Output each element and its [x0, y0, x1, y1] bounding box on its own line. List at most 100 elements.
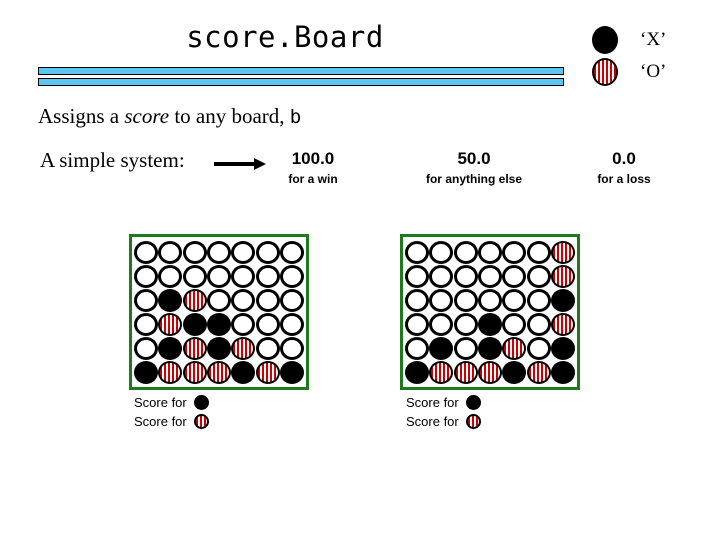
board-cell-empty[interactable] — [206, 288, 231, 312]
board-cell-empty[interactable] — [502, 312, 527, 336]
board-cell-empty[interactable] — [231, 264, 256, 288]
board-cell-empty[interactable] — [502, 288, 527, 312]
board-cell-empty[interactable] — [405, 312, 429, 336]
board-cell-empty[interactable] — [134, 240, 158, 264]
board-cell-empty[interactable] — [279, 288, 304, 312]
score-column-other: 50.0 for anything else — [400, 148, 548, 188]
score-for-label: Score for — [406, 414, 459, 429]
board-cell-empty[interactable] — [279, 264, 304, 288]
black-disc-icon — [193, 395, 209, 410]
board-cell-empty[interactable] — [405, 240, 429, 264]
board-cell-empty[interactable] — [255, 240, 280, 264]
board-cell-o[interactable] — [182, 336, 207, 360]
description-mono-b: b — [289, 106, 302, 128]
board-cell-empty[interactable] — [405, 264, 429, 288]
board-cell-x[interactable] — [206, 312, 231, 336]
board-cell-empty[interactable] — [526, 240, 551, 264]
board-cell-o[interactable] — [158, 312, 183, 336]
board-cell-o[interactable] — [477, 360, 502, 384]
board-cell-x[interactable] — [206, 336, 231, 360]
board-cell-empty[interactable] — [134, 288, 158, 312]
board-cell-empty[interactable] — [405, 336, 429, 360]
board-cell-empty[interactable] — [477, 240, 502, 264]
board-cell-empty[interactable] — [182, 240, 207, 264]
description-prefix: Assigns a — [38, 104, 125, 128]
striped-disc-icon — [592, 58, 618, 86]
board-cell-empty[interactable] — [158, 264, 183, 288]
board-right-wrapper — [400, 234, 580, 390]
board-cell-x[interactable] — [182, 312, 207, 336]
board-cell-x[interactable] — [550, 360, 575, 384]
board-cell-empty[interactable] — [279, 240, 304, 264]
board-cell-empty[interactable] — [453, 312, 478, 336]
board-cell-empty[interactable] — [453, 264, 478, 288]
description-italic-score: score — [124, 104, 170, 128]
score-for-block-left: Score for Score for — [134, 393, 209, 431]
score-for-row: Score for — [134, 393, 209, 412]
board-cell-x[interactable] — [231, 360, 256, 384]
board-cell-x[interactable] — [158, 336, 183, 360]
board-cell-empty[interactable] — [502, 240, 527, 264]
board-cell-x[interactable] — [477, 336, 502, 360]
board-cell-x[interactable] — [477, 312, 502, 336]
board-cell-x[interactable] — [134, 360, 158, 384]
board-cell-o[interactable] — [429, 360, 454, 384]
board-cell-empty[interactable] — [526, 336, 551, 360]
board-cell-empty[interactable] — [134, 264, 158, 288]
score-for-label: Score for — [134, 395, 187, 410]
board-cell-empty[interactable] — [502, 264, 527, 288]
board-cell-empty[interactable] — [477, 288, 502, 312]
board-cell-empty[interactable] — [134, 312, 158, 336]
board-cell-x[interactable] — [279, 360, 304, 384]
board-cell-empty[interactable] — [255, 312, 280, 336]
board-cell-o[interactable] — [550, 264, 575, 288]
board-cell-empty[interactable] — [526, 312, 551, 336]
board-cell-empty[interactable] — [231, 312, 256, 336]
board-cell-o[interactable] — [206, 360, 231, 384]
legend-label-o: ‘O’ — [640, 61, 667, 82]
board-cell-o[interactable] — [550, 240, 575, 264]
board-cell-empty[interactable] — [255, 264, 280, 288]
board-cell-x[interactable] — [158, 288, 183, 312]
striped-disc-icon — [193, 414, 209, 429]
board-cell-x[interactable] — [550, 288, 575, 312]
score-for-row: Score for — [406, 412, 481, 431]
board-cell-empty[interactable] — [429, 264, 454, 288]
board-cell-empty[interactable] — [526, 264, 551, 288]
board-cell-o[interactable] — [550, 312, 575, 336]
board-cell-o[interactable] — [453, 360, 478, 384]
board-cell-o[interactable] — [526, 360, 551, 384]
board-cell-o[interactable] — [182, 360, 207, 384]
board-cell-empty[interactable] — [405, 288, 429, 312]
board-cell-empty[interactable] — [453, 288, 478, 312]
board-cell-empty[interactable] — [206, 240, 231, 264]
board-cell-empty[interactable] — [182, 264, 207, 288]
board-cell-empty[interactable] — [477, 264, 502, 288]
board-cell-o[interactable] — [502, 336, 527, 360]
board-cell-empty[interactable] — [158, 240, 183, 264]
board-cell-empty[interactable] — [231, 288, 256, 312]
board-cell-empty[interactable] — [134, 336, 158, 360]
board-cell-empty[interactable] — [279, 312, 304, 336]
board-cell-empty[interactable] — [429, 240, 454, 264]
board-row — [405, 288, 575, 312]
score-caption-win: for a win — [288, 172, 338, 186]
board-cell-empty[interactable] — [526, 288, 551, 312]
board-cell-empty[interactable] — [255, 336, 280, 360]
board-cell-empty[interactable] — [206, 264, 231, 288]
board-cell-o[interactable] — [255, 360, 280, 384]
board-cell-empty[interactable] — [453, 336, 478, 360]
board-cell-empty[interactable] — [429, 312, 454, 336]
board-cell-o[interactable] — [182, 288, 207, 312]
board-cell-empty[interactable] — [255, 288, 280, 312]
board-cell-x[interactable] — [502, 360, 527, 384]
board-cell-x[interactable] — [405, 360, 429, 384]
board-cell-o[interactable] — [158, 360, 183, 384]
board-cell-empty[interactable] — [453, 240, 478, 264]
board-cell-o[interactable] — [231, 336, 256, 360]
board-cell-empty[interactable] — [279, 336, 304, 360]
board-cell-empty[interactable] — [429, 288, 454, 312]
board-cell-empty[interactable] — [231, 240, 256, 264]
board-cell-x[interactable] — [550, 336, 575, 360]
board-cell-x[interactable] — [429, 336, 454, 360]
